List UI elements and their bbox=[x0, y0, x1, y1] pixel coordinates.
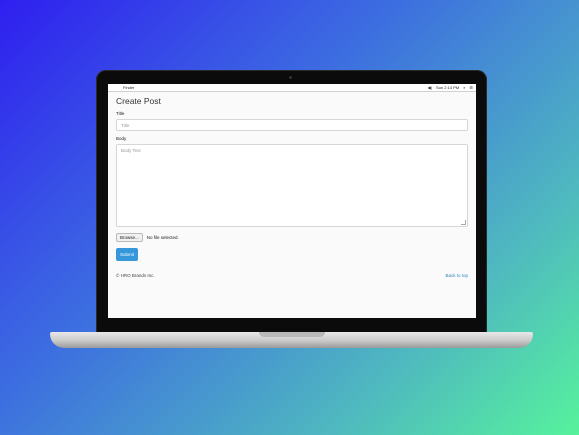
search-icon[interactable]: ⌕ bbox=[463, 85, 465, 90]
title-placeholder: Title bbox=[121, 122, 130, 128]
camera bbox=[289, 76, 292, 79]
screen-bezel-bottom bbox=[108, 318, 476, 330]
title-input[interactable]: Title bbox=[116, 119, 468, 131]
body-placeholder: Body Text bbox=[121, 148, 141, 153]
submit-button[interactable]: Submit bbox=[116, 248, 139, 261]
browse-button[interactable]: Browse... bbox=[116, 233, 143, 242]
laptop-lid: Finder ◀) Sun 2:14 PM ⌕ ☰ Create Post Ti… bbox=[96, 70, 487, 338]
mac-menubar: Finder ◀) Sun 2:14 PM ⌕ ☰ bbox=[108, 84, 476, 92]
body-textarea[interactable]: Body Text bbox=[116, 144, 468, 227]
menubar-app-name[interactable]: Finder bbox=[123, 85, 134, 90]
back-to-top-link[interactable]: Back to top bbox=[445, 273, 468, 278]
menubar-time[interactable]: Sun 2:14 PM bbox=[436, 85, 459, 90]
body-label: Body bbox=[116, 136, 127, 141]
volume-icon[interactable]: ◀) bbox=[428, 85, 432, 90]
copyright-text: © HRO Brands Inc. bbox=[116, 273, 155, 278]
laptop-notch bbox=[259, 332, 325, 337]
laptop-base bbox=[50, 332, 533, 348]
file-status: No file selected. bbox=[146, 235, 179, 240]
file-upload-row: Browse... No file selected. bbox=[116, 233, 468, 242]
laptop-screen: Finder ◀) Sun 2:14 PM ⌕ ☰ Create Post Ti… bbox=[108, 84, 476, 318]
create-post-page: Create Post Title Title Body Body Text B… bbox=[108, 96, 476, 278]
page-footer: © HRO Brands Inc. Back to top bbox=[116, 273, 468, 278]
page-title: Create Post bbox=[116, 96, 161, 106]
resize-handle-icon[interactable] bbox=[461, 220, 466, 225]
menu-list-icon[interactable]: ☰ bbox=[469, 85, 473, 90]
title-label: Title bbox=[116, 111, 125, 116]
